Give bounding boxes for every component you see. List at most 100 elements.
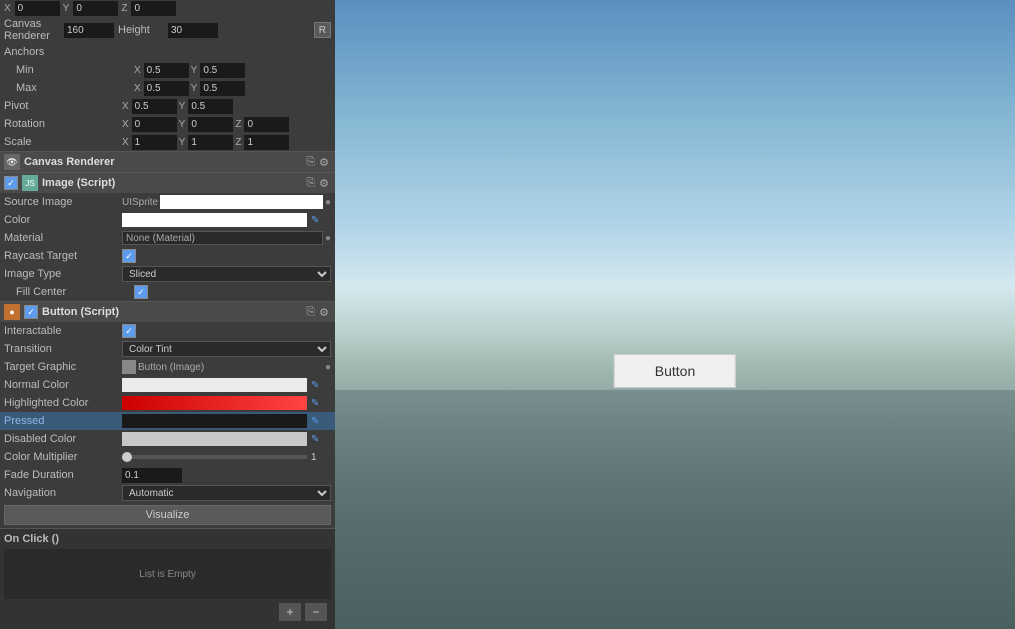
normal-color-swatch[interactable]: [122, 378, 307, 392]
disabled-color-swatch[interactable]: [122, 432, 307, 446]
fade-duration-input[interactable]: [122, 468, 182, 483]
button-script-header: ● ✓ Button (Script) ⎘ ⚙: [0, 301, 335, 322]
canvas-renderer-gear-btn[interactable]: ⚙: [317, 156, 331, 169]
image-script-icon: JS: [22, 175, 38, 191]
anchors-max-values: X Y: [134, 81, 331, 96]
source-image-field[interactable]: [160, 195, 323, 209]
pressed-label: Pressed: [4, 415, 122, 427]
pivot-row: Pivot X Y: [0, 97, 335, 115]
material-circle[interactable]: ●: [325, 233, 331, 244]
transition-row: Transition Color Tint: [0, 340, 335, 358]
pos-z-input[interactable]: [131, 1, 176, 16]
image-script-title: Image (Script): [42, 177, 304, 189]
fill-center-checkbox[interactable]: ✓: [134, 285, 148, 299]
interactable-checkbox[interactable]: ✓: [122, 324, 136, 338]
highlighted-color-label: Highlighted Color: [4, 397, 122, 409]
raycast-target-checkbox[interactable]: ✓: [122, 249, 136, 263]
sky-background: [335, 0, 1015, 409]
scale-values: X Y Z: [122, 135, 331, 150]
pressed-color-swatch[interactable]: [122, 414, 307, 428]
pos-y-label: Y: [63, 3, 70, 14]
width-height-row: Canvas Renderer Height R: [0, 17, 335, 43]
anchors-min-y-input[interactable]: [200, 63, 245, 78]
scale-z-input[interactable]: [244, 135, 289, 150]
anchors-label: Anchors: [4, 46, 122, 58]
onclick-section: On Click () List is Empty + −: [0, 528, 335, 629]
pressed-color-row: Pressed ✎: [0, 412, 335, 430]
highlighted-color-swatch[interactable]: [122, 396, 307, 410]
transition-dropdown[interactable]: Color Tint: [122, 341, 331, 357]
scene-button[interactable]: Button: [614, 354, 736, 388]
anchors-min-x-input[interactable]: [144, 63, 189, 78]
transition-label: Transition: [4, 343, 122, 355]
ground-background: [335, 390, 1015, 629]
anchors-max-x-input[interactable]: [144, 81, 189, 96]
image-script-gear-btn[interactable]: ⚙: [317, 177, 331, 190]
image-script-enabled-checkbox[interactable]: ✓: [4, 176, 18, 190]
image-script-copy-btn[interactable]: ⎘: [304, 177, 317, 190]
fill-center-label: Fill Center: [16, 286, 134, 298]
button-script-title: Button (Script): [42, 306, 304, 318]
width-label: Canvas Renderer: [4, 18, 64, 42]
color-swatch[interactable]: [122, 213, 307, 227]
target-graphic-circle[interactable]: ●: [325, 362, 331, 373]
rotation-row: Rotation X Y Z: [0, 115, 335, 133]
color-multiplier-track[interactable]: [122, 455, 307, 459]
pos-y-input[interactable]: [73, 1, 118, 16]
onclick-content: List is Empty: [4, 549, 331, 599]
target-graphic-label: Target Graphic: [4, 361, 122, 373]
pivot-y-input[interactable]: [188, 99, 233, 114]
visualize-button[interactable]: Visualize: [4, 505, 331, 525]
rotation-z-input[interactable]: [244, 117, 289, 132]
pos-x-input[interactable]: [15, 1, 60, 16]
highlighted-color-picker-btn[interactable]: ✎: [309, 398, 321, 409]
scale-y-input[interactable]: [188, 135, 233, 150]
height-input[interactable]: [168, 23, 218, 38]
raycast-target-row: Raycast Target ✓: [0, 247, 335, 265]
color-picker-btn[interactable]: ✎: [309, 215, 321, 226]
material-value: None (Material): [126, 233, 195, 244]
source-image-label: Source Image: [4, 196, 122, 208]
button-script-enabled-checkbox[interactable]: ✓: [24, 305, 38, 319]
image-script-header: ✓ JS Image (Script) ⎘ ⚙: [0, 172, 335, 193]
onclick-empty-label: List is Empty: [139, 569, 196, 580]
image-type-label: Image Type: [4, 268, 122, 280]
fill-center-row: Fill Center ✓: [0, 283, 335, 301]
button-script-gear-btn[interactable]: ⚙: [317, 306, 331, 319]
anchors-max-row: Max X Y: [0, 79, 335, 97]
rotation-values: X Y Z: [122, 117, 331, 132]
scale-label: Scale: [4, 136, 122, 148]
source-image-circle[interactable]: ●: [325, 197, 331, 208]
add-onclick-button[interactable]: +: [279, 603, 301, 621]
disabled-color-row: Disabled Color ✎: [0, 430, 335, 448]
pivot-values: X Y: [122, 99, 331, 114]
color-multiplier-value: 1: [311, 452, 331, 463]
navigation-label: Navigation: [4, 487, 122, 499]
rotation-x-input[interactable]: [132, 117, 177, 132]
r-button[interactable]: R: [314, 22, 331, 38]
pos-size-row: X Y Z: [0, 0, 335, 17]
disabled-color-picker-btn[interactable]: ✎: [309, 434, 321, 445]
inspector-panel: X Y Z Canvas Renderer Height R Anchors M…: [0, 0, 335, 629]
scene-area: Button: [335, 0, 1015, 629]
anchors-max-y-input[interactable]: [200, 81, 245, 96]
color-multiplier-thumb[interactable]: [122, 452, 132, 462]
anchors-max-label: Max: [16, 82, 134, 94]
material-field[interactable]: None (Material): [122, 231, 323, 245]
button-script-copy-btn[interactable]: ⎘: [304, 306, 317, 319]
width-input[interactable]: [64, 23, 114, 38]
pivot-x-input[interactable]: [132, 99, 177, 114]
rotation-y-input[interactable]: [188, 117, 233, 132]
pivot-label: Pivot: [4, 100, 122, 112]
navigation-dropdown[interactable]: Automatic: [122, 485, 331, 501]
remove-onclick-button[interactable]: −: [305, 603, 327, 621]
canvas-renderer-copy-btn[interactable]: ⎘: [304, 156, 317, 169]
material-label: Material: [4, 232, 122, 244]
source-image-value: UISprite: [122, 197, 158, 208]
pressed-color-picker-btn[interactable]: ✎: [309, 416, 321, 427]
canvas-renderer-title: Canvas Renderer: [24, 156, 304, 168]
target-graphic-thumbnail: [122, 360, 136, 374]
scale-x-input[interactable]: [132, 135, 177, 150]
normal-color-picker-btn[interactable]: ✎: [309, 380, 321, 391]
image-type-dropdown[interactable]: Sliced: [122, 266, 331, 282]
